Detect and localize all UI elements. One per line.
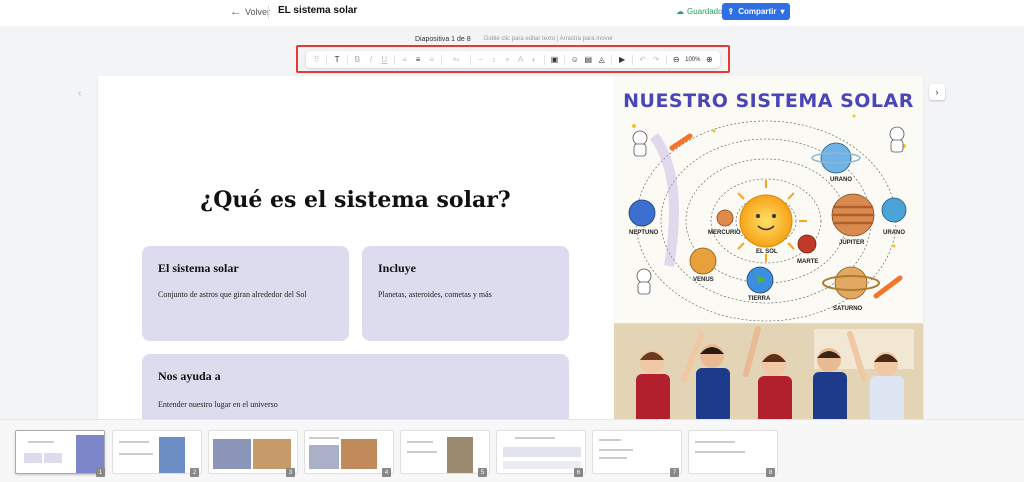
slide-filmstrip: 1 2 3 4 5 6 7 8 (0, 419, 1024, 482)
plus-icon[interactable]: + (501, 52, 514, 67)
planet-label: URANO (830, 177, 852, 183)
edit-hint: Doble clic para editar texto | Arrastra … (484, 36, 613, 42)
planet-label: EL SOL (756, 249, 778, 255)
toolbar-divider (564, 54, 566, 65)
cloud-check-icon: ☁ (676, 7, 684, 16)
back-label: Volver (245, 7, 271, 17)
card-title: Incluye (378, 261, 417, 275)
saved-label: Guardado (687, 7, 723, 16)
zoom-out-icon[interactable]: ⊖ (669, 52, 682, 67)
redo-icon[interactable]: ↷ (649, 52, 662, 67)
toolbar-divider (346, 54, 348, 65)
align-left-icon[interactable]: ≡ (398, 52, 411, 67)
slide-thumbnail[interactable] (15, 430, 105, 474)
info-card[interactable]: El sistema solar Conjunto de astros que … (142, 246, 349, 341)
line-height-icon[interactable]: ↕ (487, 52, 500, 67)
slide-thumbnail[interactable] (592, 430, 682, 474)
slide-thumbnail[interactable] (112, 430, 202, 474)
emoji-icon[interactable]: ☺ (568, 52, 581, 67)
toolbar-highlight: ⠿ T B I U ≡ ≡ ≡ Aa − ↕ + A ◐ ▣ ☺ ▤ ◬ ▶ ↶… (296, 45, 730, 73)
planet-label: URANO (883, 230, 905, 236)
card-title: El sistema solar (158, 261, 239, 275)
card-text: Entender nuestro lugar en el universo (158, 400, 278, 409)
solar-system-poster[interactable]: NUESTRO SISTEMA SOLAR URANO NEPTUNO MERC… (614, 76, 923, 324)
children-illustration (614, 324, 923, 421)
planet-label: TIERRA (748, 296, 771, 302)
video-icon[interactable]: ▶ (615, 52, 628, 67)
slide-number: 5 (478, 468, 487, 477)
zoom-level: 100% (685, 56, 701, 63)
arrow-left-icon: ← (230, 6, 241, 18)
header-divider (268, 5, 269, 19)
toolbar-divider (441, 54, 443, 65)
next-slide-icon[interactable]: › (929, 84, 945, 100)
zoom-in-icon[interactable]: ⊕ (703, 52, 716, 67)
previous-slide-icon[interactable]: ‹ (78, 88, 81, 99)
toolbar-divider (611, 54, 613, 65)
planet-label: MERCURIO (708, 230, 741, 236)
slide-number: 1 (96, 468, 105, 477)
highlight-icon[interactable]: ◐ (527, 52, 540, 67)
italic-icon[interactable]: I (364, 52, 377, 67)
align-center-icon[interactable]: ≡ (411, 52, 424, 67)
planet-label: NEPTUNO (629, 230, 659, 236)
toolbar-divider (631, 54, 633, 65)
info-card[interactable]: Nos ayuda a Entender nuestro lugar en el… (142, 354, 569, 421)
drag-handle-icon[interactable]: ⠿ (310, 52, 323, 67)
card-text: Conjunto de astros que giran alrededor d… (158, 290, 307, 299)
poster-title: NUESTRO SISTEMA SOLAR (623, 90, 914, 112)
slide-position: Diapositiva 1 de 8 (415, 36, 471, 43)
format-toolbar: ⠿ T B I U ≡ ≡ ≡ Aa − ↕ + A ◐ ▣ ☺ ▤ ◬ ▶ ↶… (306, 51, 720, 68)
chevron-down-icon: ▾ (780, 7, 785, 16)
top-bar: ← Volver EL sistema solar ☁ Guardado ⇪ C… (0, 0, 1024, 26)
classroom-photo[interactable] (614, 324, 923, 421)
back-button[interactable]: ← Volver (230, 6, 270, 18)
poster-illustration (628, 114, 907, 322)
toolbar-divider (543, 54, 545, 65)
file-icon[interactable]: ▤ (582, 52, 595, 67)
share-button[interactable]: ⇪ Compartir ▾ (722, 3, 790, 20)
slide-thumbnail[interactable] (496, 430, 586, 474)
image-icon[interactable]: ▣ (548, 52, 561, 67)
underline-icon[interactable]: U (378, 52, 391, 67)
shapes-icon[interactable]: ◬ (595, 52, 608, 67)
slide-thumbnail[interactable] (208, 430, 298, 474)
presentation-title[interactable]: EL sistema solar (278, 5, 357, 16)
bold-icon[interactable]: B (351, 52, 364, 67)
text-color-icon[interactable]: A (514, 52, 527, 67)
share-icon: ⇪ (727, 7, 735, 16)
toolbar-divider (665, 54, 667, 65)
slide-canvas[interactable]: ¿Qué es el sistema solar? El sistema sol… (98, 76, 923, 421)
planet-label: MARTE (797, 259, 819, 265)
toolbar-divider (326, 54, 328, 65)
slide-heading[interactable]: ¿Qué es el sistema solar? (98, 187, 613, 213)
slide-number: 7 (670, 468, 679, 477)
slide-thumbnail[interactable] (400, 430, 490, 474)
undo-icon[interactable]: ↶ (636, 52, 649, 67)
card-title: Nos ayuda a (158, 369, 221, 383)
font-size-select[interactable]: Aa (445, 52, 467, 67)
slide-number: 2 (190, 468, 199, 477)
slide-thumbnail[interactable] (304, 430, 394, 474)
slide-number: 3 (286, 468, 295, 477)
card-text: Planetas, asteroides, cometas y más (378, 290, 492, 299)
toolbar-divider (469, 54, 471, 65)
slide-thumbnail[interactable] (688, 430, 778, 474)
planet-label: SATURNO (833, 306, 863, 312)
toolbar-divider (394, 54, 395, 65)
slide-number: 4 (382, 468, 391, 477)
saved-status: ☁ Guardado (676, 7, 723, 16)
slide-number: 6 (574, 468, 583, 477)
share-label: Compartir (738, 7, 777, 16)
planet-label: JÚPITER (839, 240, 865, 246)
planet-label: VENUS (693, 277, 714, 283)
align-right-icon[interactable]: ≡ (425, 52, 438, 67)
info-card[interactable]: Incluye Planetas, asteroides, cometas y … (362, 246, 569, 341)
text-icon[interactable]: T (330, 52, 343, 67)
slide-number: 8 (766, 468, 775, 477)
minus-icon[interactable]: − (474, 52, 487, 67)
